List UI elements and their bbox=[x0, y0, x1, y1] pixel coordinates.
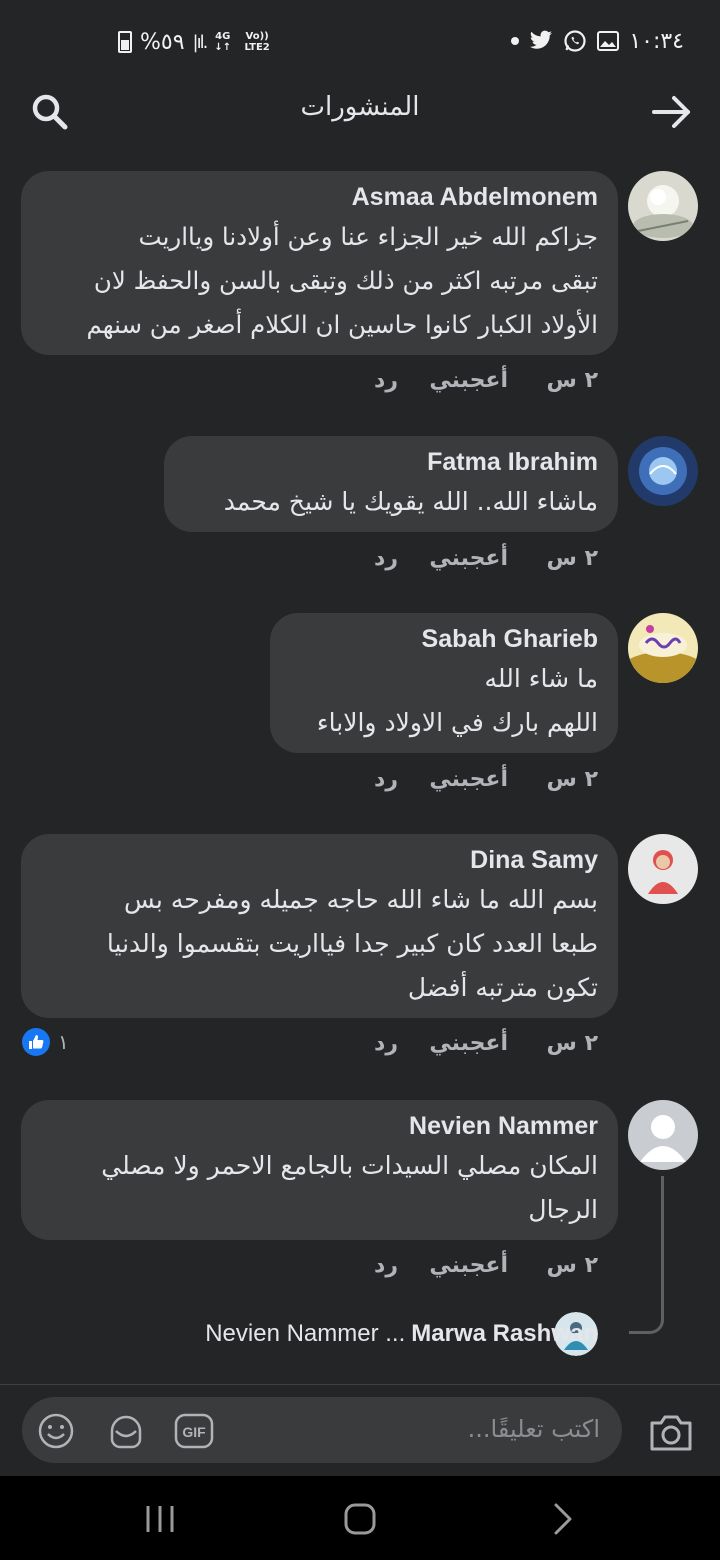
avatar[interactable] bbox=[628, 436, 698, 506]
reaction-count: ١ bbox=[58, 1030, 69, 1054]
comment-bubble[interactable]: Fatma Ibrahim ماشاء الله.. الله يقويك يا… bbox=[164, 436, 618, 532]
comment-placeholder: اكتب تعليقًا... bbox=[467, 1415, 600, 1443]
gif-icon[interactable]: GIF bbox=[174, 1411, 214, 1451]
comment-bubble[interactable]: Nevien Nammer المكان مصلي السيدات بالجام… bbox=[21, 1100, 618, 1240]
network-label: 4G bbox=[215, 31, 231, 42]
avatar[interactable] bbox=[628, 1100, 698, 1170]
comment-actions: ٢ س أعجبني رد bbox=[374, 546, 598, 571]
comment-bubble[interactable]: Dina Samy بسم الله ما شاء الله حاجه جميل… bbox=[21, 834, 618, 1018]
reply-preview-text: Nevien Nammer ... Marwa Rashwan bbox=[205, 1320, 598, 1348]
comment-time: ٢ س bbox=[546, 368, 598, 393]
reaction-summary[interactable]: ١ bbox=[22, 1028, 69, 1056]
status-right: ١٠:٣٤ bbox=[511, 26, 684, 56]
comment-text: جزاكم الله خير الجزاء عنا وعن أولادنا وي… bbox=[86, 222, 598, 339]
battery-icon bbox=[118, 31, 132, 53]
battery-level: %٥٩ bbox=[140, 29, 185, 55]
comment-composer: GIF اكتب تعليقًا... bbox=[0, 1384, 720, 1476]
reply-button[interactable]: رد bbox=[374, 1031, 398, 1056]
comment-time: ٢ س bbox=[546, 1031, 598, 1056]
recent-apps-icon[interactable] bbox=[140, 1502, 180, 1536]
arrow-right-icon[interactable] bbox=[650, 90, 694, 134]
home-icon[interactable] bbox=[340, 1502, 380, 1536]
reply-button[interactable]: رد bbox=[374, 546, 398, 571]
camera-icon[interactable] bbox=[648, 1411, 694, 1453]
like-button[interactable]: أعجبني bbox=[398, 546, 508, 571]
notification-dot-icon bbox=[511, 37, 520, 45]
volte-indicator: Vo)) LTE2 bbox=[244, 31, 270, 53]
comment-time: ٢ س bbox=[546, 767, 598, 792]
comment-text: المكان مصلي السيدات بالجامع الاحمر ولا م… bbox=[101, 1151, 598, 1224]
network-type: 4G ↓↑ bbox=[214, 31, 232, 53]
thumbs-up-icon bbox=[22, 1028, 50, 1056]
status-left: %٥٩ |ıl. 4G ↓↑ Vo)) LTE2 bbox=[118, 28, 275, 56]
like-button[interactable]: أعجبني bbox=[398, 767, 508, 792]
header: المنشورات bbox=[0, 80, 720, 140]
page-title: المنشورات bbox=[300, 92, 420, 122]
comment-author[interactable]: Asmaa Abdelmonem bbox=[45, 183, 598, 215]
comment-author[interactable]: Fatma Ibrahim bbox=[188, 448, 598, 480]
signal-icon: |ıl. bbox=[192, 31, 209, 53]
comment-time: ٢ س bbox=[546, 1253, 598, 1278]
comment-author[interactable]: Nevien Nammer bbox=[45, 1112, 598, 1144]
comment-time: ٢ س bbox=[546, 546, 598, 571]
comment-author[interactable]: Dina Samy bbox=[45, 846, 598, 878]
thread-connector bbox=[629, 1176, 664, 1334]
back-chevron-icon[interactable] bbox=[542, 1502, 582, 1536]
comment-text: بسم الله ما شاء الله حاجه جميله ومفرحه ب… bbox=[106, 885, 598, 1002]
system-nav-bar bbox=[0, 1476, 720, 1560]
reply-button[interactable]: رد bbox=[374, 767, 398, 792]
comment-bubble[interactable]: Sabah Gharieb ما شاء الله اللهم بارك في … bbox=[270, 613, 618, 753]
comment-actions: ٢ س أعجبني رد bbox=[374, 368, 598, 393]
comment-actions: ٢ س أعجبني رد bbox=[374, 1253, 598, 1278]
comment-text: ماشاء الله.. الله يقويك يا شيخ محمد bbox=[223, 487, 598, 516]
like-button[interactable]: أعجبني bbox=[398, 1253, 508, 1278]
comment-input[interactable]: GIF اكتب تعليقًا... bbox=[22, 1397, 622, 1463]
twitter-icon bbox=[530, 30, 553, 49]
comment-bubble[interactable]: Asmaa Abdelmonem جزاكم الله خير الجزاء ع… bbox=[21, 171, 618, 355]
emoji-icon[interactable] bbox=[36, 1411, 76, 1451]
avatar[interactable] bbox=[628, 613, 698, 683]
comment-author[interactable]: Sabah Gharieb bbox=[294, 625, 598, 657]
status-bar: %٥٩ |ıl. 4G ↓↑ Vo)) LTE2 ١٠:٣٤ bbox=[0, 0, 720, 80]
comment-text: ما شاء الله اللهم بارك في الاولاد والابا… bbox=[316, 664, 598, 737]
whatsapp-icon bbox=[564, 30, 586, 52]
gallery-icon bbox=[597, 31, 620, 51]
reply-preview-snippet: Nevien Nammer ... bbox=[205, 1320, 406, 1347]
reply-button[interactable]: رد bbox=[374, 368, 398, 393]
reply-preview-author: Marwa Rashwan bbox=[411, 1320, 598, 1347]
reply-button[interactable]: رد bbox=[374, 1253, 398, 1278]
sticker-icon[interactable] bbox=[106, 1411, 146, 1451]
clock: ١٠:٣٤ bbox=[629, 28, 684, 54]
like-button[interactable]: أعجبني bbox=[398, 1031, 508, 1056]
comment-actions: ٢ س أعجبني رد bbox=[374, 1031, 598, 1056]
avatar[interactable] bbox=[628, 171, 698, 241]
comment-actions: ٢ س أعجبني رد bbox=[374, 767, 598, 792]
svg-text:GIF: GIF bbox=[182, 1424, 206, 1440]
like-button[interactable]: أعجبني bbox=[398, 368, 508, 393]
avatar[interactable] bbox=[628, 834, 698, 904]
